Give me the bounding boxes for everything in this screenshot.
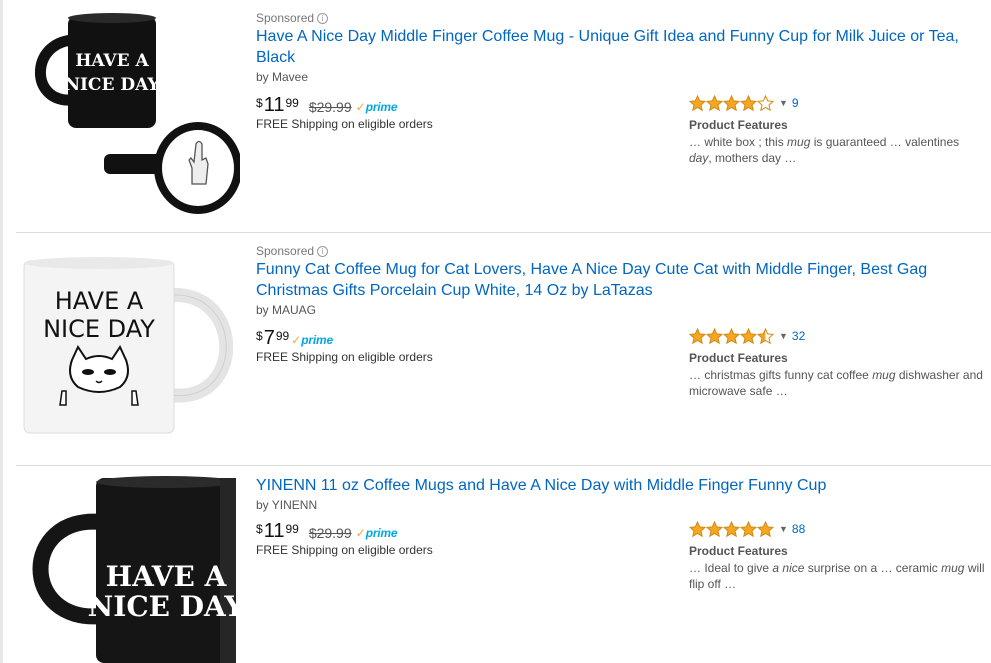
rating-and-features-2: ▼ 32 Product Features … christmas gifts … — [689, 327, 989, 399]
product-title-link[interactable]: Have A Nice Day Middle Finger Coffee Mug… — [256, 26, 976, 68]
mug-text-line2: NICE DAY — [88, 590, 245, 623]
sponsored-label: Sponsored i — [256, 243, 991, 259]
mug-illustration: HAVE A NICE DAY — [20, 255, 245, 445]
sponsored-text: Sponsored — [256, 11, 315, 25]
features-label: Product Features — [689, 544, 788, 558]
star-icon — [740, 328, 757, 344]
review-count-link[interactable]: 88 — [792, 522, 805, 536]
price-whole: 11 — [263, 94, 285, 116]
sponsored-text: Sponsored — [256, 244, 315, 258]
sponsored-label: Sponsored i — [256, 10, 991, 26]
price-fraction: 99 — [285, 96, 299, 110]
prime-badge: ✓ prime — [356, 526, 398, 540]
prime-check-icon: ✓ — [355, 100, 366, 114]
mug-illustration: HAVE A NICE DAY — [20, 474, 245, 663]
star-icon — [740, 521, 757, 537]
mug-text-line1: HAVE A — [106, 560, 228, 593]
rating-and-features-1: ▼ 9 Product Features … white box ; this … — [689, 94, 989, 166]
star-icon — [740, 95, 757, 111]
page-left-border — [0, 0, 3, 663]
star-rating[interactable] — [689, 521, 774, 537]
price-whole: 7 — [263, 327, 275, 349]
features-text: … Ideal to give a nice surprise on a … c… — [689, 561, 985, 591]
list-price: $29.99 — [308, 99, 352, 115]
shipping-text: FREE Shipping on eligible orders — [256, 117, 433, 131]
mug-text-line2: NICE DAY — [64, 75, 160, 95]
product-info-1: Sponsored i Have A Nice Day Middle Finge… — [256, 10, 991, 85]
dropdown-caret-icon[interactable]: ▼ — [779, 331, 788, 341]
star-rating[interactable] — [689, 328, 774, 344]
price-whole: 11 — [263, 520, 285, 542]
star-rating[interactable] — [689, 95, 774, 111]
star-icon — [723, 521, 740, 537]
prime-word: prime — [365, 526, 398, 540]
search-result-2: HAVE A NICE DAY Sponsored i Funny Cat Co… — [16, 233, 991, 465]
star-icon — [757, 328, 774, 344]
price-currency: $ — [256, 329, 263, 343]
prime-word: prime — [365, 100, 398, 114]
mug-text-line2: NICE DAY — [43, 315, 155, 343]
star-icon — [757, 521, 774, 537]
price[interactable]: $ 11 99 — [256, 94, 299, 116]
search-result-3: HAVE A NICE DAY YINENN 11 oz Coffee Mugs… — [16, 466, 991, 663]
features-text: … white box ; this mug is guaranteed … v… — [689, 135, 960, 165]
mug-text-line1: HAVE A — [55, 287, 144, 315]
mug-illustration: HAVE A NICE DAY — [20, 8, 240, 218]
info-icon[interactable]: i — [317, 12, 329, 24]
product-image-mug-black-1[interactable]: HAVE A NICE DAY — [20, 8, 240, 218]
price-row: $ 7 99 ✓ prime — [256, 327, 333, 351]
product-byline: by Mavee — [256, 70, 309, 84]
product-info-3: YINENN 11 oz Coffee Mugs and Have A Nice… — [256, 475, 991, 513]
product-title-link[interactable]: YINENN 11 oz Coffee Mugs and Have A Nice… — [256, 475, 976, 496]
info-icon[interactable]: i — [317, 245, 329, 257]
features-label: Product Features — [689, 118, 788, 132]
product-title-link[interactable]: Funny Cat Coffee Mug for Cat Lovers, Hav… — [256, 259, 976, 301]
price-row: $ 11 99 $29.99 ✓ prime — [256, 520, 398, 544]
price[interactable]: $ 7 99 — [256, 327, 289, 349]
product-byline: by YINENN — [256, 498, 318, 512]
star-icon — [689, 328, 706, 344]
star-icon — [757, 95, 774, 111]
product-info-2: Sponsored i Funny Cat Coffee Mug for Cat… — [256, 243, 991, 318]
star-icon — [689, 521, 706, 537]
product-image-mug-black-3[interactable]: HAVE A NICE DAY — [20, 474, 245, 663]
price-fraction: 99 — [275, 329, 290, 343]
star-icon — [723, 95, 740, 111]
rating-row: ▼ 9 — [689, 94, 989, 112]
star-icon — [723, 328, 740, 344]
price-row: $ 11 99 $29.99 ✓ prime — [256, 94, 398, 118]
review-count-link[interactable]: 9 — [792, 96, 799, 110]
prime-check-icon: ✓ — [291, 333, 302, 347]
star-icon — [689, 95, 706, 111]
price-currency: $ — [256, 522, 263, 536]
prime-badge: ✓ prime — [291, 333, 333, 347]
rating-row: ▼ 88 — [689, 520, 989, 538]
dropdown-caret-icon[interactable]: ▼ — [779, 524, 788, 534]
prime-badge: ✓ prime — [356, 100, 398, 114]
prime-check-icon: ✓ — [355, 526, 366, 540]
features-label: Product Features — [689, 351, 788, 365]
price[interactable]: $ 11 99 — [256, 520, 299, 542]
dropdown-caret-icon[interactable]: ▼ — [779, 98, 788, 108]
mug-text-line1: HAVE A — [75, 51, 149, 71]
shipping-text: FREE Shipping on eligible orders — [256, 350, 433, 364]
review-count-link[interactable]: 32 — [792, 329, 805, 343]
shipping-text: FREE Shipping on eligible orders — [256, 543, 433, 557]
prime-word: prime — [301, 333, 333, 347]
rating-and-features-3: ▼ 88 Product Features … Ideal to give a … — [689, 520, 989, 592]
list-price: $29.99 — [308, 525, 352, 541]
price-fraction: 99 — [285, 522, 299, 536]
star-icon — [706, 95, 723, 111]
rating-row: ▼ 32 — [689, 327, 989, 345]
product-byline: by MAUAG — [256, 303, 317, 317]
search-result-1: HAVE A NICE DAY Sponsored i Have A Nice … — [16, 0, 991, 232]
star-icon — [706, 328, 723, 344]
star-icon — [706, 521, 723, 537]
product-image-mug-white-cat[interactable]: HAVE A NICE DAY — [20, 255, 245, 445]
price-currency: $ — [256, 96, 263, 110]
features-text: … christmas gifts funny cat coffee mug d… — [689, 368, 983, 398]
